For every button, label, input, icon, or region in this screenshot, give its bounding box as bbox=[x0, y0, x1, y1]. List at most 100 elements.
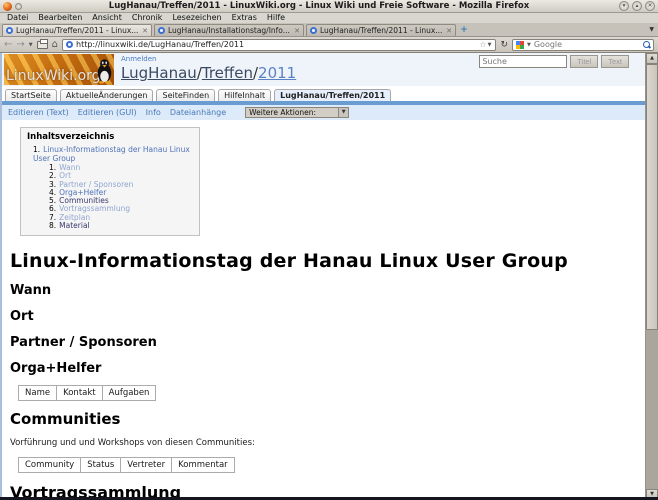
toc-list: 1.Wann 2.Ort 3.Partner / Sponsoren 4.Org… bbox=[49, 164, 193, 230]
search-magnifier-icon[interactable] bbox=[643, 41, 650, 48]
moinmoin-favicon bbox=[310, 27, 317, 34]
menu-bar: Datei Bearbeiten Ansicht Chronik Lesezei… bbox=[0, 13, 658, 23]
orga-table: Name Kontakt Aufgaben bbox=[18, 385, 156, 401]
comm-col-vertreter: Vertreter bbox=[121, 458, 172, 473]
maximize-button[interactable]: ▴ bbox=[632, 1, 642, 11]
search-bar[interactable]: ▼ bbox=[512, 39, 654, 51]
forward-icon[interactable]: → bbox=[16, 39, 24, 51]
heading-partner: Partner / Sponsoren bbox=[10, 335, 637, 350]
heading-ort: Ort bbox=[10, 309, 637, 324]
scrollbar-thumb[interactable] bbox=[646, 64, 658, 330]
more-actions-select[interactable]: Weitere Aktionen: ▼ bbox=[245, 107, 349, 118]
breadcrumb-treffen[interactable]: Treffen bbox=[202, 64, 253, 82]
navigation-toolbar: ← → ▼ ⌂ ☆ ▼ ↻ ▼ bbox=[0, 37, 658, 53]
window-menu-icon[interactable] bbox=[15, 3, 22, 10]
menu-bearbeiten[interactable]: Bearbeiten bbox=[33, 13, 87, 23]
menu-ansicht[interactable]: Ansicht bbox=[87, 13, 127, 23]
tab-title: LugHanau/Installationstag/Info... bbox=[168, 26, 291, 35]
reload-icon[interactable]: ↻ bbox=[500, 39, 508, 51]
page-content: Inhaltsverzeichnis 1.Linux-Informationst… bbox=[2, 127, 645, 500]
list-all-tabs-icon[interactable]: ▼ bbox=[649, 26, 654, 33]
tab-close-icon[interactable]: ✕ bbox=[294, 27, 300, 35]
url-bar[interactable]: ☆ ▼ bbox=[62, 39, 496, 51]
table-of-contents: Inhaltsverzeichnis 1.Linux-Informationst… bbox=[20, 127, 200, 236]
search-title-button[interactable]: Titel bbox=[570, 55, 598, 68]
orga-col-kontakt: Kontakt bbox=[57, 386, 103, 401]
print-icon[interactable] bbox=[37, 41, 48, 49]
tab-close-icon[interactable]: ✕ bbox=[446, 27, 452, 35]
tab-current-page[interactable]: LugHanau/Treffen/2011 bbox=[274, 89, 391, 101]
google-logo-icon[interactable] bbox=[516, 41, 524, 49]
web-search-input[interactable] bbox=[534, 40, 641, 49]
heading-communities: Communities bbox=[10, 410, 637, 428]
menu-lesezeichen[interactable]: Lesezeichen bbox=[167, 13, 226, 23]
communities-table: Community Status Vertreter Kommentar bbox=[18, 457, 235, 473]
title-bar: LugHanau/Treffen/2011 - LinuxWiki.org - … bbox=[0, 0, 658, 13]
breadcrumb-2011[interactable]: 2011 bbox=[258, 64, 296, 82]
breadcrumb: LugHanau/Treffen/2011 bbox=[121, 64, 296, 82]
search-text-button[interactable]: Text bbox=[601, 55, 629, 68]
history-dropdown-icon[interactable]: ▼ bbox=[29, 42, 33, 48]
toc-number: 8. bbox=[49, 221, 56, 230]
info-link[interactable]: Info bbox=[146, 108, 161, 117]
attachments-link[interactable]: Dateianhänge bbox=[170, 108, 226, 117]
url-dropdown-icon[interactable]: ▼ bbox=[488, 42, 492, 48]
login-link[interactable]: Anmelden bbox=[121, 55, 156, 63]
new-tab-button[interactable]: + bbox=[458, 25, 470, 36]
search-engine-dropdown-icon[interactable]: ▼ bbox=[527, 42, 531, 48]
url-input[interactable] bbox=[76, 40, 479, 49]
edit-text-link[interactable]: Editieren (Text) bbox=[8, 108, 69, 117]
wiki-search-input[interactable] bbox=[479, 55, 567, 68]
browser-tab-3[interactable]: LugHanau/Treffen/2011 - Linux... ✕ bbox=[306, 24, 456, 36]
menu-hilfe[interactable]: Hilfe bbox=[262, 13, 290, 23]
wiki-search-area: Titel Text bbox=[479, 55, 629, 68]
tab-title: LugHanau/Treffen/2011 - Linux... bbox=[320, 26, 443, 35]
toc-item: 8.Material bbox=[49, 222, 193, 230]
select-arrow-icon: ▼ bbox=[338, 108, 348, 117]
edit-gui-link[interactable]: Editieren (GUI) bbox=[78, 108, 137, 117]
tab-hilfeinhalt[interactable]: HilfeInhalt bbox=[218, 89, 271, 101]
moinmoin-favicon bbox=[6, 27, 13, 34]
linuxwiki-logo[interactable]: LinuxWiki.org bbox=[4, 54, 114, 85]
minimize-button[interactable]: ▾ bbox=[619, 1, 629, 11]
page-scrollbar[interactable]: ▲ ▼ bbox=[645, 53, 658, 500]
edit-bar: Editieren (Text) Editieren (GUI) Info Da… bbox=[2, 105, 645, 120]
tab-close-icon[interactable]: ✕ bbox=[142, 27, 148, 35]
toc-number: 1. bbox=[33, 145, 40, 154]
toc-link-material[interactable]: Material bbox=[59, 221, 89, 230]
table-row: Community Status Vertreter Kommentar bbox=[19, 458, 235, 473]
wiki-page: LinuxWiki.org Anmelden LugHanau/Treffen/… bbox=[2, 53, 645, 500]
communities-intro: Vorführung und und Workshops von diesen … bbox=[10, 438, 637, 448]
page-title: Linux-Informationstag der Hanau Linux Us… bbox=[10, 250, 637, 272]
tab-startseite[interactable]: StartSeite bbox=[5, 89, 57, 101]
tab-seitefinden[interactable]: SeiteFinden bbox=[156, 89, 215, 101]
menu-datei[interactable]: Datei bbox=[2, 13, 33, 23]
menu-chronik[interactable]: Chronik bbox=[127, 13, 168, 23]
firefox-icon bbox=[3, 2, 12, 11]
more-actions-label: Weitere Aktionen: bbox=[249, 108, 316, 117]
menu-extras[interactable]: Extras bbox=[227, 13, 262, 23]
page-viewport: LinuxWiki.org Anmelden LugHanau/Treffen/… bbox=[0, 53, 658, 500]
close-button[interactable]: ✕ bbox=[645, 1, 655, 11]
tux-penguin-icon bbox=[96, 56, 113, 85]
scroll-up-icon[interactable]: ▲ bbox=[646, 53, 658, 64]
browser-tab-2[interactable]: LugHanau/Installationstag/Info... ✕ bbox=[154, 24, 304, 36]
toc-title: Inhaltsverzeichnis bbox=[27, 132, 193, 142]
breadcrumb-lughanau[interactable]: LugHanau bbox=[121, 64, 197, 82]
tab-aktuelle-aenderungen[interactable]: AktuelleÄnderungen bbox=[60, 89, 154, 101]
bookmark-star-icon[interactable]: ☆ bbox=[479, 40, 486, 49]
wiki-nav-tabs: StartSeite AktuelleÄnderungen SeiteFinde… bbox=[2, 86, 645, 101]
moinmoin-favicon bbox=[158, 27, 165, 34]
window-title: LugHanau/Treffen/2011 - LinuxWiki.org - … bbox=[22, 1, 616, 11]
toc-root-item: 1.Linux-Informationstag der Hanau Linux … bbox=[33, 145, 193, 163]
browser-tab-strip: LugHanau/Treffen/2011 - Linux... ✕ LugHa… bbox=[0, 23, 658, 37]
toc-link-main[interactable]: Linux-Informationstag der Hanau Linux Us… bbox=[33, 145, 190, 163]
heading-orga: Orga+Helfer bbox=[10, 361, 637, 376]
browser-tab-1[interactable]: LugHanau/Treffen/2011 - Linux... ✕ bbox=[2, 24, 152, 36]
logo-text: LinuxWiki.org bbox=[6, 68, 101, 84]
back-icon[interactable]: ← bbox=[4, 39, 12, 51]
orga-col-aufgaben: Aufgaben bbox=[102, 386, 156, 401]
table-row: Name Kontakt Aufgaben bbox=[19, 386, 156, 401]
home-icon[interactable]: ⌂ bbox=[52, 39, 58, 51]
comm-col-status: Status bbox=[81, 458, 121, 473]
